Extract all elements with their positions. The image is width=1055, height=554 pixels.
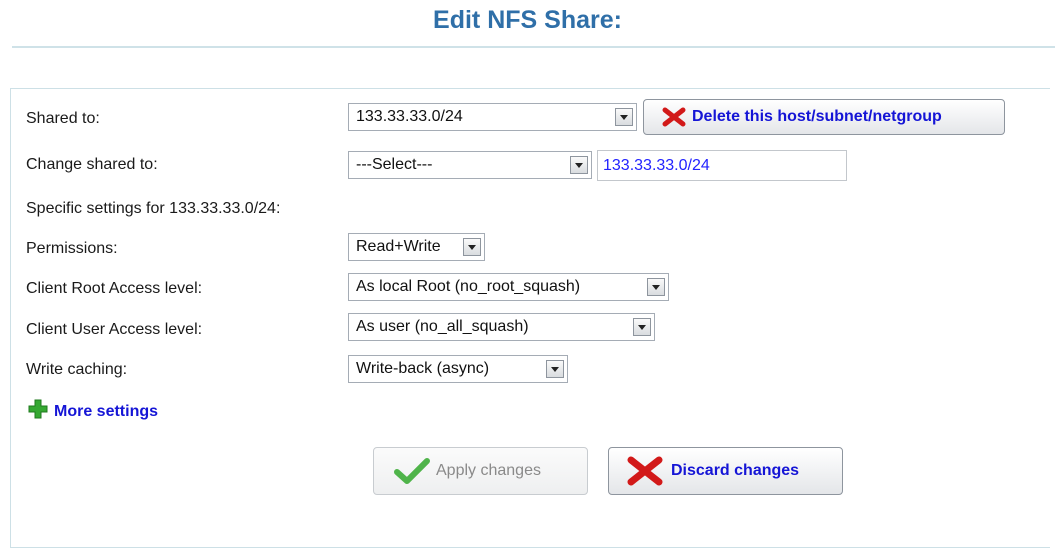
more-settings-label: More settings — [54, 403, 159, 420]
client-user-access-value: As user (no_all_squash) — [356, 318, 529, 335]
specific-settings-label: Specific settings for 133.33.33.0/24: — [26, 200, 281, 217]
write-caching-label: Write caching: — [26, 361, 128, 378]
client-root-access-label: Client Root Access level: — [26, 280, 203, 297]
change-shared-to-select[interactable]: ---Select--- — [348, 151, 592, 179]
apply-changes-label: Apply changes — [436, 462, 541, 479]
delete-host-label: Delete this host/subnet/netgroup — [692, 108, 942, 125]
red-x-icon — [627, 456, 663, 486]
green-plus-icon — [28, 399, 48, 419]
chevron-down-icon[interactable] — [633, 318, 651, 336]
permissions-value: Read+Write — [356, 238, 441, 255]
shared-to-value: 133.33.33.0/24 — [356, 108, 463, 125]
write-caching-select[interactable]: Write-back (async) — [348, 355, 568, 383]
client-root-access-select[interactable]: As local Root (no_root_squash) — [348, 273, 669, 301]
change-shared-to-label: Change shared to: — [26, 156, 158, 173]
chevron-down-icon[interactable] — [546, 360, 564, 378]
change-shared-to-select-value: ---Select--- — [356, 156, 433, 173]
chevron-down-icon[interactable] — [570, 156, 588, 174]
page-title: Edit NFS Share: — [433, 6, 622, 34]
apply-changes-button[interactable]: Apply changes — [373, 447, 588, 495]
title-divider — [12, 46, 1055, 48]
more-settings-link[interactable]: More settings — [28, 399, 158, 421]
discard-changes-button[interactable]: Discard changes — [608, 447, 843, 495]
shared-to-label: Shared to: — [26, 110, 100, 127]
chevron-down-icon[interactable] — [647, 278, 665, 296]
write-caching-value: Write-back (async) — [356, 360, 490, 377]
client-user-access-select[interactable]: As user (no_all_squash) — [348, 313, 655, 341]
discard-changes-label: Discard changes — [671, 462, 800, 479]
permissions-select[interactable]: Read+Write — [348, 233, 485, 261]
chevron-down-icon[interactable] — [463, 238, 481, 256]
shared-to-host-input[interactable] — [597, 150, 847, 181]
delete-host-button[interactable]: Delete this host/subnet/netgroup — [643, 99, 1005, 135]
permissions-label: Permissions: — [26, 240, 118, 257]
client-root-access-value: As local Root (no_root_squash) — [356, 278, 581, 295]
shared-to-select[interactable]: 133.33.33.0/24 — [348, 103, 637, 131]
chevron-down-icon[interactable] — [615, 108, 633, 126]
client-user-access-label: Client User Access level: — [26, 321, 203, 338]
green-check-icon — [394, 458, 430, 484]
red-x-icon — [662, 107, 686, 127]
